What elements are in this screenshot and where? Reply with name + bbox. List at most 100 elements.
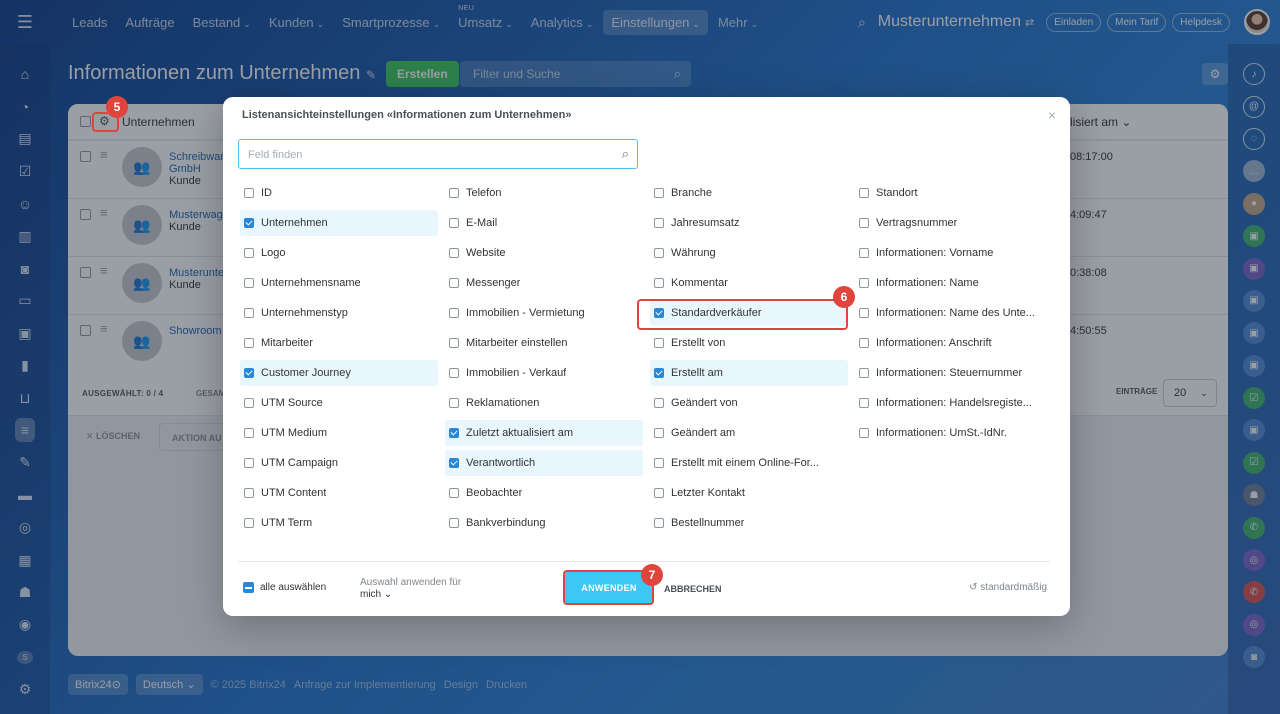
field-option[interactable]: Letzter Kontakt [650,480,848,506]
field-checkbox[interactable] [654,278,664,288]
reset-default-button[interactable]: ↺ standardmäßig [969,582,1047,593]
field-checkbox[interactable] [449,368,459,378]
field-checkbox[interactable] [654,368,664,378]
field-checkbox[interactable] [859,278,869,288]
field-option[interactable]: Informationen: Name des Unte... [855,300,1053,326]
field-checkbox[interactable] [449,248,459,258]
field-option[interactable]: Geändert am [650,420,848,446]
field-option[interactable]: Unternehmenstyp [240,300,438,326]
field-option[interactable]: E-Mail [445,210,643,236]
field-checkbox[interactable] [244,248,254,258]
field-checkbox[interactable] [654,188,664,198]
field-checkbox[interactable] [654,248,664,258]
field-option[interactable]: Vertragsnummer [855,210,1053,236]
field-option[interactable]: Branche [650,180,848,206]
field-checkbox[interactable] [449,338,459,348]
field-option[interactable]: Unternehmen [240,210,438,236]
field-option[interactable]: Geändert von [650,390,848,416]
field-checkbox[interactable] [244,488,254,498]
field-option[interactable]: Standort [855,180,1053,206]
field-option[interactable]: Verantwortlich [445,450,643,476]
field-label: Branche [671,187,712,199]
select-all-fields[interactable]: alle auswählen [243,582,326,593]
field-option[interactable]: Messenger [445,270,643,296]
field-checkbox[interactable] [654,398,664,408]
field-checkbox[interactable] [859,248,869,258]
field-option[interactable]: Informationen: Name [855,270,1053,296]
field-option[interactable]: Mitarbeiter [240,330,438,356]
field-checkbox[interactable] [859,368,869,378]
field-checkbox[interactable] [859,428,869,438]
field-label: Letzter Kontakt [671,487,745,499]
field-checkbox[interactable] [244,278,254,288]
field-option[interactable]: Beobachter [445,480,643,506]
field-option[interactable]: Mitarbeiter einstellen [445,330,643,356]
field-checkbox[interactable] [654,338,664,348]
field-option[interactable]: Informationen: Vorname [855,240,1053,266]
field-checkbox[interactable] [244,338,254,348]
field-checkbox[interactable] [244,308,254,318]
field-checkbox[interactable] [244,428,254,438]
field-checkbox[interactable] [244,218,254,228]
field-option[interactable]: Zuletzt aktualisiert am [445,420,643,446]
field-option[interactable]: UTM Term [240,510,438,536]
field-option[interactable]: Erstellt mit einem Online-For... [650,450,848,476]
field-option[interactable]: Unternehmensname [240,270,438,296]
field-checkbox[interactable] [449,428,459,438]
apply-for-select[interactable]: Auswahl anwenden für mich ⌄ [360,577,461,601]
field-checkbox[interactable] [449,488,459,498]
field-checkbox[interactable] [244,188,254,198]
field-option[interactable]: Website [445,240,643,266]
field-option[interactable]: Jahresumsatz [650,210,848,236]
field-search-input[interactable]: Feld finden ⌕ [238,139,638,169]
field-option[interactable]: Erstellt am [650,360,848,386]
field-checkbox[interactable] [654,488,664,498]
field-option[interactable]: Immobilien - Verkauf [445,360,643,386]
field-checkbox[interactable] [449,458,459,468]
field-option[interactable]: Logo [240,240,438,266]
field-checkbox[interactable] [244,458,254,468]
field-checkbox[interactable] [654,428,664,438]
field-checkbox[interactable] [449,518,459,528]
field-checkbox[interactable] [654,218,664,228]
field-checkbox[interactable] [244,518,254,528]
field-option[interactable]: Immobilien - Vermietung [445,300,643,326]
field-option[interactable]: UTM Source [240,390,438,416]
field-checkbox[interactable] [449,398,459,408]
field-option[interactable]: Währung [650,240,848,266]
field-option[interactable]: Informationen: Handelsregiste... [855,390,1053,416]
close-icon[interactable]: × [1048,107,1056,123]
cancel-button[interactable]: ABBRECHEN [664,584,722,594]
partial-checkbox-icon[interactable] [243,582,254,593]
field-checkbox[interactable] [859,308,869,318]
field-option[interactable]: Bankverbindung [445,510,643,536]
field-option[interactable]: Bestellnummer [650,510,848,536]
field-checkbox[interactable] [654,518,664,528]
field-checkbox[interactable] [449,218,459,228]
field-option[interactable]: ID [240,180,438,206]
field-option[interactable]: UTM Content [240,480,438,506]
field-option[interactable]: Erstellt von [650,330,848,356]
field-checkbox[interactable] [859,338,869,348]
field-label: Informationen: Anschrift [876,337,992,349]
field-checkbox[interactable] [859,218,869,228]
field-option[interactable]: UTM Campaign [240,450,438,476]
field-option[interactable]: Informationen: Anschrift [855,330,1053,356]
field-option[interactable]: Reklamationen [445,390,643,416]
field-checkbox[interactable] [654,458,664,468]
field-label: UTM Content [261,487,327,499]
field-checkbox[interactable] [244,398,254,408]
field-label: Erstellt am [671,367,723,379]
field-checkbox[interactable] [449,188,459,198]
field-checkbox[interactable] [449,308,459,318]
field-option[interactable]: Informationen: Steuernummer [855,360,1053,386]
field-option[interactable]: Telefon [445,180,643,206]
field-option[interactable]: Customer Journey [240,360,438,386]
field-option[interactable]: UTM Medium [240,420,438,446]
field-checkbox[interactable] [859,188,869,198]
field-checkbox[interactable] [244,368,254,378]
field-option[interactable]: Informationen: UmSt.-IdNr. [855,420,1053,446]
field-option[interactable]: Kommentar [650,270,848,296]
field-checkbox[interactable] [449,278,459,288]
field-checkbox[interactable] [859,398,869,408]
